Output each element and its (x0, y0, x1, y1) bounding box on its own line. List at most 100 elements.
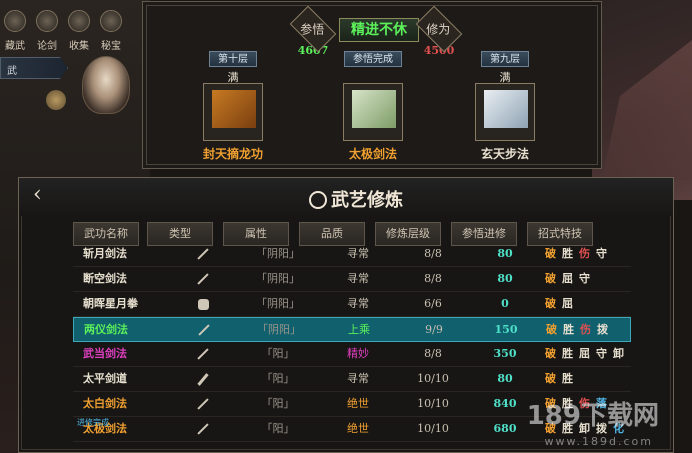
sword-icon (197, 423, 209, 435)
table-row[interactable]: 两仪剑法 「阴阳」 上乘 9/9 150 破胜伤拨 (73, 317, 631, 342)
collect-icon (68, 10, 90, 32)
layer-cell: 10/10 (417, 397, 449, 410)
insight-cell: 350 (493, 347, 517, 360)
feature-tag: 胜 (562, 347, 573, 360)
spear-icon (197, 372, 209, 386)
weapon-type-cell (183, 417, 223, 441)
feature-tag: 胜 (562, 372, 573, 385)
nav-label: 藏武 (5, 41, 25, 52)
layer-cell: 8/8 (424, 347, 442, 360)
coin-icon[interactable] (46, 90, 66, 110)
weapon-type-cell (183, 267, 223, 291)
nav-item-lunjian[interactable]: 论剑 (32, 6, 62, 54)
quality-cell: 寻常 (347, 272, 369, 285)
sword-icon (36, 10, 58, 32)
cultivation-stat: 修为 4500 (409, 5, 469, 57)
skill-status: 满 (499, 71, 511, 84)
weapon-type-cell (183, 342, 223, 366)
insight-label: 参悟 (300, 22, 325, 37)
feature-tag: 屈 (562, 272, 573, 285)
top-nav: 藏武 论剑 收集 秘宝 (0, 6, 130, 56)
insight-cell: 80 (497, 372, 513, 385)
sword-icon (198, 324, 210, 336)
skill-level-label: 第九层 (481, 51, 529, 67)
sword-icon (197, 248, 209, 260)
table-row[interactable]: 斩月剑法 「阴阳」 寻常 8/8 80 破胜伤守 (73, 242, 631, 267)
cultivation-label: 修为 (426, 22, 451, 37)
skill-name-cell: 两仪剑法 (84, 323, 128, 336)
insight-cell: 80 (497, 272, 513, 285)
table-row[interactable]: 断空剑法 「阴阳」 寻常 8/8 80 破屈守 (73, 267, 631, 292)
nav-item-cangwu[interactable]: 藏武 (0, 6, 30, 54)
skill-name-cell: 斩月剑法 (83, 247, 127, 260)
treasure-icon (100, 10, 122, 32)
quality-cell: 精妙 (347, 347, 369, 360)
skill-summary-panel: 参悟 4607 精进不休 修为 4500 第十层 满 封天摘龙功 参悟完成 太极… (142, 1, 602, 169)
attribute-cell: 「阴阳」 (257, 323, 301, 336)
watermark-url: www.189d.com (544, 435, 653, 448)
watermark: 189下载网 (526, 401, 659, 431)
train-title-text: 武艺修炼 (331, 190, 403, 211)
panel-title: 武艺修炼 (309, 186, 403, 212)
nav-item-shouji[interactable]: 收集 (64, 6, 94, 54)
features-cell: 破屈 (545, 292, 635, 316)
scroll-icon (475, 83, 535, 141)
feature-tag: 屈 (562, 297, 573, 310)
attribute-cell: 「阳」 (261, 397, 295, 410)
skill-card-footwork[interactable]: 第九层 满 玄天步法 (465, 47, 545, 162)
skill-name: 封天摘龙功 (202, 147, 263, 161)
feature-tag: 破 (545, 247, 556, 260)
layer-cell: 9/9 (425, 323, 443, 336)
attribute-cell: 「阳」 (261, 422, 295, 435)
features-cell: 破胜 (545, 367, 635, 391)
weapon-type-cell (183, 392, 223, 416)
weapon-type-cell (183, 292, 223, 316)
layer-cell: 10/10 (417, 372, 449, 385)
side-nav-label: 武 (7, 66, 17, 77)
feature-tag: 拨 (597, 323, 608, 336)
feature-tag: 胜 (562, 247, 573, 260)
nav-item-mibao[interactable]: 秘宝 (96, 6, 126, 54)
nav-label: 论剑 (37, 41, 57, 52)
features-cell: 破胜伤拨 (546, 318, 636, 342)
quality-cell: 上乘 (348, 323, 370, 336)
table-row[interactable]: 武当剑法 「阳」 精妙 8/8 350 破胜屈守卸 (73, 342, 631, 367)
skill-status (333, 69, 413, 83)
table-row[interactable]: 朝晖星月拳 「阴阳」 寻常 6/6 0 破屈 (73, 292, 631, 317)
insight-cell: 80 (497, 247, 513, 260)
skill-name: 玄天步法 (480, 147, 529, 161)
features-cell: 破胜屈守卸 (545, 342, 635, 366)
sword-icon (197, 273, 209, 285)
skill-card-internal[interactable]: 第十层 满 封天摘龙功 (193, 47, 273, 162)
skill-name-cell: 太平剑道 (83, 372, 127, 385)
attribute-cell: 「阴阳」 (256, 297, 300, 310)
back-arrow-icon[interactable]: ‹ (33, 184, 53, 206)
nav-label: 秘宝 (101, 41, 121, 52)
completion-tag: 进修完成 (77, 418, 109, 427)
quality-cell: 绝世 (347, 397, 369, 410)
feature-tag: 破 (545, 272, 556, 285)
table-row[interactable]: 太平剑道 「阳」 寻常 10/10 80 破胜 (73, 367, 631, 392)
sword-icon (197, 398, 209, 410)
attribute-cell: 「阴阳」 (256, 247, 300, 260)
features-cell: 破胜伤守 (545, 242, 635, 266)
skill-card-sword[interactable]: 参悟完成 太极剑法 (333, 47, 413, 162)
skill-status: 满 (227, 71, 239, 84)
layer-cell: 8/8 (424, 247, 442, 260)
layer-cell: 6/6 (424, 297, 442, 310)
fist-icon (197, 298, 209, 310)
feature-tag: 伤 (579, 247, 590, 260)
panel-title: 精进不休 (339, 18, 419, 42)
martial-icon (309, 191, 327, 209)
avatar[interactable] (82, 56, 130, 114)
skill-name-cell: 断空剑法 (83, 272, 127, 285)
feature-tag: 守 (596, 347, 607, 360)
feature-tag: 胜 (563, 323, 574, 336)
quality-cell: 寻常 (347, 372, 369, 385)
nav-label: 收集 (69, 41, 89, 52)
layer-cell: 10/10 (417, 422, 449, 435)
insight-cell: 150 (494, 323, 518, 336)
martial-manual-icon (203, 83, 263, 141)
feature-tag: 屈 (579, 347, 590, 360)
side-nav-bar[interactable]: 武 (0, 57, 68, 79)
